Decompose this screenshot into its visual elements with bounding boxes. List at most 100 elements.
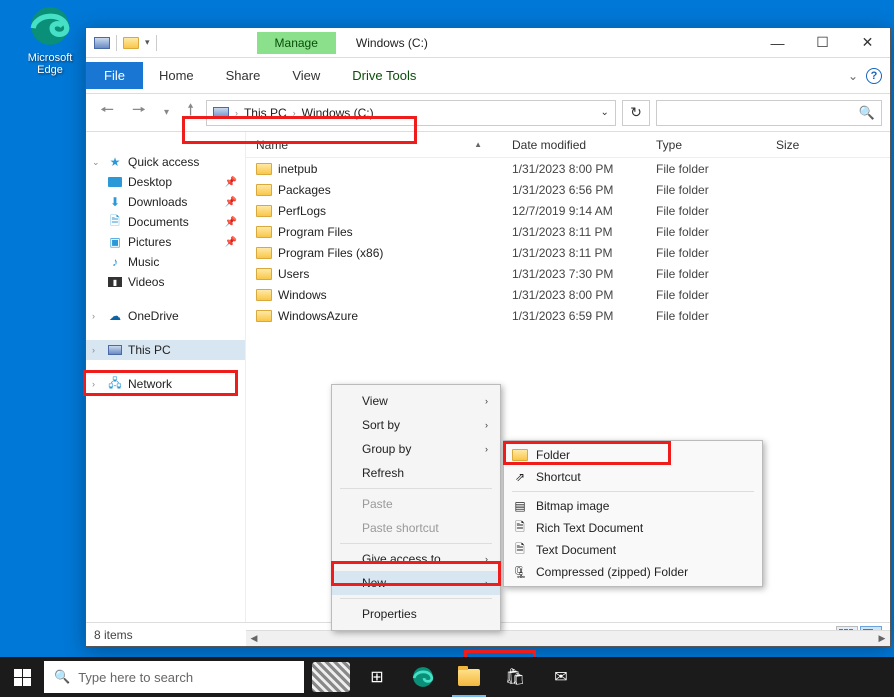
horizontal-scrollbar[interactable]: ◀ ▶	[246, 630, 890, 646]
help-icon[interactable]: ?	[866, 68, 882, 84]
refresh-button[interactable]: ↻	[622, 100, 650, 126]
nav-this-pc[interactable]: ›This PC	[86, 340, 245, 360]
taskbar: 🔍 Type here to search ⊞ 🛍 ✉	[0, 657, 894, 697]
breadcrumb-drive[interactable]: Windows (C:)	[302, 106, 374, 120]
folder-icon	[512, 449, 528, 461]
music-icon: ♪	[108, 255, 122, 269]
qat-folder-icon[interactable]	[123, 37, 139, 49]
pin-icon: 📌	[225, 237, 237, 248]
task-zebra[interactable]	[308, 657, 354, 697]
taskbar-search[interactable]: 🔍 Type here to search	[44, 661, 304, 693]
thispc-icon	[108, 345, 122, 355]
nav-documents[interactable]: 🗎Documents📌	[86, 212, 245, 232]
ctx-view[interactable]: View›	[332, 389, 500, 413]
windows-logo-icon	[14, 669, 31, 686]
bitmap-icon: ▤	[512, 498, 528, 514]
minimize-button[interactable]: —	[755, 28, 800, 58]
recent-locations-button[interactable]: ▾	[158, 103, 175, 122]
nav-music[interactable]: ♪Music	[86, 252, 245, 272]
file-name: PerfLogs	[278, 204, 326, 218]
up-button[interactable]: 🠕	[181, 95, 200, 130]
desktop-shortcut-edge[interactable]: Microsoft Edge	[20, 5, 80, 76]
header-date[interactable]: Date modified	[512, 138, 656, 152]
close-button[interactable]: ✕	[845, 28, 890, 58]
tab-home[interactable]: Home	[143, 62, 210, 89]
file-type: File folder	[656, 204, 776, 218]
chevron-right-icon: ›	[293, 108, 296, 118]
search-input[interactable]: 🔍	[656, 100, 882, 126]
folder-icon	[256, 268, 272, 280]
ctx-paste-shortcut: Paste shortcut	[332, 516, 500, 540]
table-row[interactable]: WindowsAzure1/31/2023 6:59 PMFile folder	[246, 305, 890, 326]
nav-quick-access[interactable]: ⌄★Quick access	[86, 152, 245, 172]
nav-videos[interactable]: ▮Videos	[86, 272, 245, 292]
ctx-group-by[interactable]: Group by›	[332, 437, 500, 461]
nav-onedrive[interactable]: ›☁OneDrive	[86, 306, 245, 326]
tab-drive-tools[interactable]: Drive Tools	[336, 62, 432, 89]
video-icon: ▮	[108, 277, 122, 287]
nav-desktop[interactable]: Desktop📌	[86, 172, 245, 192]
file-name: inetpub	[278, 162, 317, 176]
search-icon: 🔍	[54, 669, 70, 685]
folder-icon	[256, 289, 272, 301]
contextual-tab-manage[interactable]: Manage	[257, 32, 336, 54]
file-type: File folder	[656, 267, 776, 281]
folder-icon	[256, 226, 272, 238]
nav-downloads[interactable]: ⬇Downloads📌	[86, 192, 245, 212]
ribbon-collapse-icon[interactable]: ⌄	[848, 69, 858, 83]
table-row[interactable]: Program Files (x86)1/31/2023 8:11 PMFile…	[246, 242, 890, 263]
file-type: File folder	[656, 183, 776, 197]
ctx-refresh[interactable]: Refresh	[332, 461, 500, 485]
forward-button[interactable]: 🠖	[126, 95, 152, 130]
table-row[interactable]: Packages1/31/2023 6:56 PMFile folder	[246, 179, 890, 200]
table-row[interactable]: Windows1/31/2023 8:00 PMFile folder	[246, 284, 890, 305]
ctx-give-access[interactable]: Give access to›	[332, 547, 500, 571]
chevron-right-icon: ›	[235, 108, 238, 118]
breadcrumb-dropdown-icon[interactable]: ⌄	[601, 107, 609, 118]
back-button[interactable]: 🠔	[94, 95, 120, 130]
new-folder[interactable]: Folder	[504, 444, 762, 466]
breadcrumb[interactable]: › This PC › Windows (C:) ⌄	[206, 100, 616, 126]
table-row[interactable]: PerfLogs12/7/2019 9:14 AMFile folder	[246, 200, 890, 221]
scroll-right-icon[interactable]: ▶	[874, 633, 890, 644]
nav-pictures[interactable]: ▣Pictures📌	[86, 232, 245, 252]
file-name: Program Files (x86)	[278, 246, 383, 260]
breadcrumb-thispc[interactable]: This PC	[244, 106, 287, 120]
tab-share[interactable]: Share	[210, 62, 277, 89]
table-row[interactable]: Users1/31/2023 7:30 PMFile folder	[246, 263, 890, 284]
new-shortcut[interactable]: ⇗Shortcut	[504, 466, 762, 488]
pin-icon: 📌	[225, 197, 237, 208]
new-txt[interactable]: 🗎Text Document	[504, 539, 762, 561]
ctx-properties[interactable]: Properties	[332, 602, 500, 626]
ctx-sort-by[interactable]: Sort by›	[332, 413, 500, 437]
header-name[interactable]: Name▲	[256, 138, 512, 152]
header-type[interactable]: Type	[656, 138, 776, 152]
task-view-button[interactable]: ⊞	[354, 657, 400, 697]
table-row[interactable]: Program Files1/31/2023 8:11 PMFile folde…	[246, 221, 890, 242]
task-mail[interactable]: ✉	[538, 657, 584, 697]
qat-dropdown-icon[interactable]: ▾	[145, 37, 150, 48]
scroll-left-icon[interactable]: ◀	[246, 633, 262, 644]
edge-icon	[412, 666, 434, 688]
folder-icon	[256, 205, 272, 217]
new-rtf[interactable]: 🗎Rich Text Document	[504, 517, 762, 539]
header-size[interactable]: Size	[776, 138, 890, 152]
nav-network[interactable]: ›🖧Network	[86, 374, 245, 394]
task-edge[interactable]	[400, 657, 446, 697]
ctx-new[interactable]: New›	[332, 571, 500, 595]
table-row[interactable]: inetpub1/31/2023 8:00 PMFile folder	[246, 158, 890, 179]
edge-icon	[29, 5, 71, 47]
start-button[interactable]	[0, 657, 44, 697]
tab-view[interactable]: View	[276, 62, 336, 89]
file-date: 1/31/2023 6:56 PM	[512, 183, 656, 197]
file-type: File folder	[656, 309, 776, 323]
task-store[interactable]: 🛍	[492, 657, 538, 697]
txt-icon: 🗎	[512, 542, 528, 558]
folder-icon	[458, 669, 480, 686]
new-bitmap[interactable]: ▤Bitmap image	[504, 495, 762, 517]
new-zip[interactable]: 🗜Compressed (zipped) Folder	[504, 561, 762, 583]
file-date: 1/31/2023 8:00 PM	[512, 162, 656, 176]
tab-file[interactable]: File	[86, 62, 143, 89]
task-file-explorer[interactable]	[446, 657, 492, 697]
maximize-button[interactable]: ☐	[800, 28, 845, 58]
